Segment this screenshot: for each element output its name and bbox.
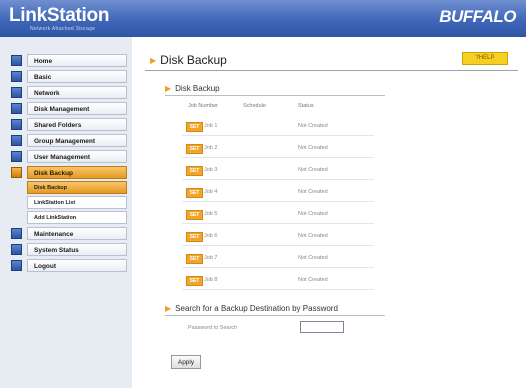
subnav-item-add-linkstation[interactable]: Add LinkStation [27,211,127,224]
job-status: Not Created [298,167,328,173]
section-title-disk-backup: ▶ Disk Backup [165,84,220,93]
sidebar-item-label[interactable]: Basic [27,70,127,83]
job-status: Not Created [298,233,328,239]
subnav-item-label[interactable]: Add LinkStation [27,211,127,224]
title-divider [145,70,518,71]
user-icon [11,151,22,162]
job-status: Not Created [298,189,328,195]
job-status: Not Created [298,277,328,283]
set-job-button[interactable]: SET [186,254,203,264]
home-icon [11,55,22,66]
password-search-input[interactable] [300,321,344,333]
sidebar-item-label[interactable]: User Management [27,150,127,163]
sidebar-item-label[interactable]: System Status [27,243,127,256]
sidebar-item-label[interactable]: Group Management [27,134,127,147]
set-job-button[interactable]: SET [186,276,203,286]
job-number: Job 7 [204,255,218,261]
header-bar: LinkStation Network Attached Storage BUF… [0,0,526,37]
sidebar-item-network[interactable]: Network [11,85,127,100]
sidebar-item-label[interactable]: Shared Folders [27,118,127,131]
section-divider [165,95,385,96]
sidebar-item-user-management[interactable]: User Management [11,149,127,164]
section-title-search-password: ▶ Search for a Backup Destination by Pass… [165,304,338,313]
bullet-icon: ▶ [165,84,172,94]
section-title-text: Search for a Backup Destination by Passw… [175,304,338,313]
set-job-button[interactable]: SET [186,166,203,176]
set-job-button[interactable]: SET [186,232,203,242]
section-divider [165,315,385,316]
bullet-icon: ▶ [150,56,157,66]
backup-icon [11,167,22,178]
job-number: Job 1 [204,123,218,129]
table-row: SET Job 5 Not Created [182,205,374,224]
table-row: SET Job 7 Not Created [182,249,374,268]
page-title: ▶ Disk Backup [150,53,227,67]
sidebar-item-label[interactable]: Maintenance [27,227,127,240]
set-job-button[interactable]: SET [186,122,203,132]
sidebar-item-home[interactable]: Home [11,53,127,68]
help-button[interactable]: ?HELP [462,52,508,65]
subnav-item-disk-backup[interactable]: Disk Backup [27,181,127,194]
buffalo-logo: BUFFALO [439,7,516,26]
linkstation-logo: LinkStation [9,5,110,26]
sidebar-item-maintenance[interactable]: Maintenance [11,226,127,241]
set-job-button[interactable]: SET [186,144,203,154]
table-row: SET Job 2 Not Created [182,139,374,158]
sidebar-item-system-status[interactable]: System Status [11,242,127,257]
sidebar-nav: Home Basic Network Disk Management Share… [11,53,127,274]
section-title-text: Disk Backup [175,84,220,93]
basic-icon [11,71,22,82]
status-icon [11,244,22,255]
sidebar-item-logout[interactable]: Logout [11,258,127,273]
logo-tagline: Network Attached Storage [30,26,96,32]
sidebar-item-label[interactable]: Logout [27,259,127,272]
bullet-icon: ▶ [165,304,172,314]
table-row: SET Job 1 Not Created [182,117,374,136]
page-title-text: Disk Backup [160,53,227,67]
job-number: Job 4 [204,189,218,195]
job-number: Job 2 [204,145,218,151]
job-status: Not Created [298,123,328,129]
job-status: Not Created [298,145,328,151]
subnav-item-label[interactable]: LinkStation List [27,196,127,209]
folder-icon [11,119,22,130]
sidebar-item-label[interactable]: Home [27,54,127,67]
maintenance-icon [11,228,22,239]
job-number: Job 8 [204,277,218,283]
column-header-job-number: Job Number [188,103,218,109]
table-row: SET Job 4 Not Created [182,183,374,202]
sidebar-item-disk-backup[interactable]: Disk Backup [11,165,127,180]
sidebar-item-label[interactable]: Disk Management [27,102,127,115]
sidebar-item-basic[interactable]: Basic [11,69,127,84]
job-number: Job 3 [204,167,218,173]
subnav-item-label[interactable]: Disk Backup [27,181,127,194]
job-status: Not Created [298,211,328,217]
job-number: Job 5 [204,211,218,217]
logout-icon [11,260,22,271]
sidebar-item-label[interactable]: Disk Backup [27,166,127,179]
job-status: Not Created [298,255,328,261]
subnav-item-linkstation-list[interactable]: LinkStation List [27,196,127,209]
apply-button[interactable]: Apply [171,355,201,369]
job-number: Job 6 [204,233,218,239]
sidebar-item-disk-management[interactable]: Disk Management [11,101,127,116]
table-row: SET Job 8 Not Created [182,271,374,290]
group-icon [11,135,22,146]
disk-icon [11,103,22,114]
network-icon [11,87,22,98]
sidebar-item-group-management[interactable]: Group Management [11,133,127,148]
set-job-button[interactable]: SET [186,210,203,220]
sidebar-item-shared-folders[interactable]: Shared Folders [11,117,127,132]
column-header-status: Status [298,103,314,109]
table-row: SET Job 6 Not Created [182,227,374,246]
table-row: SET Job 3 Not Created [182,161,374,180]
sidebar-item-label[interactable]: Network [27,86,127,99]
password-field-label: Password to Search [188,325,238,331]
column-header-schedule: Schedule [243,103,266,109]
set-job-button[interactable]: SET [186,188,203,198]
